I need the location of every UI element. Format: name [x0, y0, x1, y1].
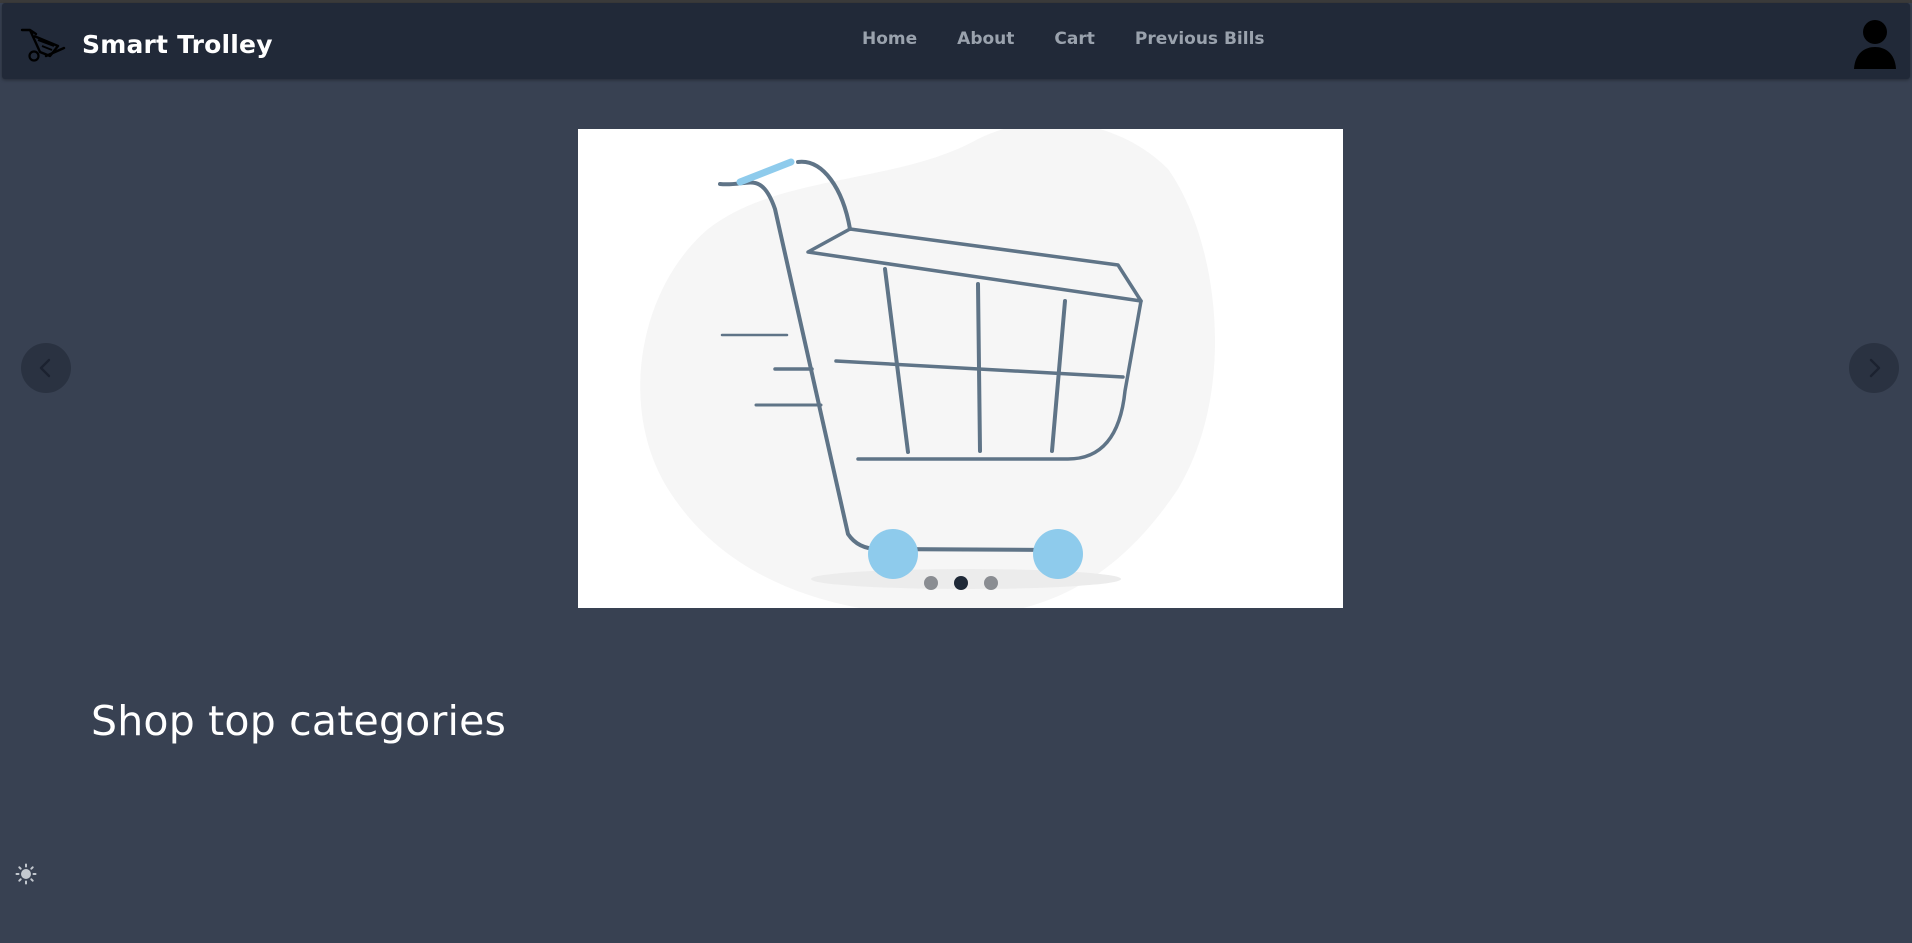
carousel-indicator-2[interactable] [953, 576, 968, 590]
nav-link-about[interactable]: About [957, 29, 1014, 49]
user-avatar-icon[interactable] [1853, 17, 1897, 71]
hero-carousel [578, 129, 1343, 608]
nav-link-cart[interactable]: Cart [1054, 29, 1094, 49]
brand-name: Smart Trolley [82, 29, 273, 59]
chevron-left-icon [39, 358, 51, 378]
navbar: Smart Trolley Home About Cart Previous B… [2, 3, 1910, 79]
section-title: Shop top categories [91, 697, 507, 745]
chevron-right-icon [1869, 358, 1881, 378]
carousel-indicator-3[interactable] [983, 576, 998, 590]
trolley-logo-icon [20, 28, 66, 62]
carousel-prev-button[interactable] [21, 343, 71, 393]
carousel-indicators [578, 576, 1343, 590]
nav-link-home[interactable]: Home [862, 29, 917, 49]
carousel-next-button[interactable] [1849, 343, 1899, 393]
brand-link[interactable]: Smart Trolley [20, 26, 273, 62]
nav-link-previous-bills[interactable]: Previous Bills [1135, 29, 1265, 49]
sun-icon[interactable] [15, 863, 37, 885]
shopping-cart-illustration [640, 129, 1215, 608]
nav-links: Home About Cart Previous Bills [862, 29, 1305, 49]
carousel-indicator-1[interactable] [923, 576, 938, 590]
